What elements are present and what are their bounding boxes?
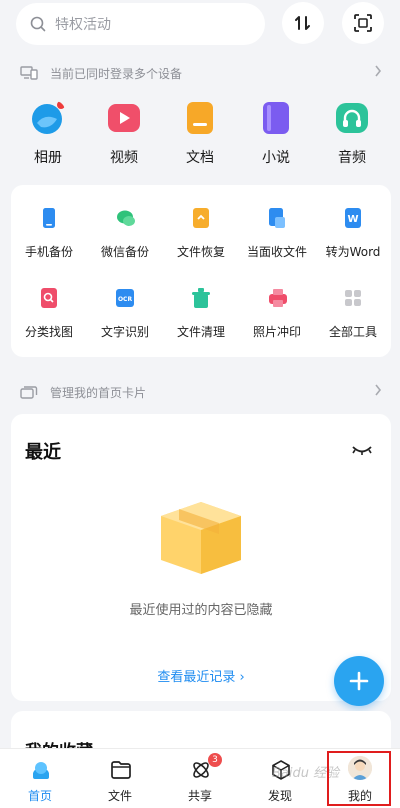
- recent-title: 最近: [25, 442, 61, 463]
- tool-wechat-backup[interactable]: 微信备份: [87, 185, 163, 259]
- search-bar[interactable]: 特权活动: [16, 3, 265, 45]
- nav-home[interactable]: 首页: [0, 749, 80, 808]
- tool-label: 微信备份: [100, 245, 149, 259]
- all-tools-icon: [345, 290, 361, 306]
- media-item-novel[interactable]: 小说: [238, 98, 314, 170]
- tool-file-restore[interactable]: 文件恢复: [163, 185, 239, 259]
- cards-icon: [20, 386, 38, 399]
- file-restore-icon: [193, 208, 209, 228]
- add-button[interactable]: [334, 656, 384, 706]
- tool-convert-word[interactable]: W 转为Word: [315, 185, 391, 259]
- tool-label: 照片冲印: [252, 325, 301, 339]
- phone-backup-icon: [43, 208, 55, 228]
- tool-label: 分类找图: [24, 325, 73, 339]
- tool-label: 文件恢复: [176, 245, 225, 259]
- file-clean-icon: [192, 288, 210, 308]
- home-icon: [33, 762, 49, 779]
- tool-label: 当面收文件: [246, 245, 307, 259]
- classify-image-icon: [41, 288, 57, 308]
- nav-share[interactable]: 3 共享: [160, 749, 240, 808]
- wechat-backup-icon: [117, 210, 135, 226]
- share-badge: 3: [208, 753, 222, 767]
- media-label: 小说: [262, 150, 290, 166]
- manage-text: 管理我的首页卡片: [50, 385, 147, 400]
- tool-all-tools[interactable]: 全部工具: [315, 265, 391, 339]
- devices-text: 当前已同时登录多个设备: [50, 66, 183, 81]
- empty-box-illustration: [161, 502, 241, 574]
- nav-label: 发现: [267, 789, 292, 803]
- nav-label: 首页: [27, 789, 52, 803]
- chevron-right-icon: [375, 384, 382, 396]
- document-icon: [187, 102, 213, 134]
- tool-label: 转为Word: [325, 245, 381, 259]
- transfer-button[interactable]: [282, 2, 324, 44]
- tool-file-clean[interactable]: 文件清理: [163, 265, 239, 339]
- media-label: 相册: [34, 150, 62, 166]
- devices-icon: [20, 66, 38, 80]
- nav-files[interactable]: 文件: [80, 749, 160, 808]
- eye-closed-icon[interactable]: [351, 442, 373, 458]
- tool-receive-file[interactable]: 当面收文件: [239, 185, 315, 259]
- photo-album-icon: [32, 101, 65, 134]
- plus-icon: [349, 671, 369, 691]
- scan-button[interactable]: [342, 2, 384, 44]
- word-convert-icon: W: [345, 208, 361, 228]
- search-icon: [30, 16, 46, 32]
- nav-label: 共享: [187, 789, 212, 803]
- top-bar: 特权活动: [0, 0, 400, 50]
- folder-icon: [111, 761, 131, 779]
- book-icon: [263, 102, 289, 134]
- nav-label: 文件: [107, 789, 132, 803]
- tool-classify-images[interactable]: 分类找图: [11, 265, 87, 339]
- tool-label: 文字识别: [100, 325, 149, 339]
- media-categories: 相册 视频 文档 小说 音频: [10, 98, 390, 170]
- transfer-icon: [295, 16, 310, 30]
- media-item-video[interactable]: 视频: [86, 98, 162, 170]
- media-item-album[interactable]: 相册: [10, 98, 86, 170]
- ocr-icon: OCR: [116, 289, 134, 307]
- media-label: 文档: [186, 150, 214, 166]
- highlight-box: [327, 751, 391, 806]
- recent-hidden-text: 最近使用过的内容已隐藏: [129, 603, 273, 618]
- search-placeholder: 特权活动: [55, 17, 111, 33]
- tool-label: 文件清理: [176, 325, 225, 339]
- recent-card: 最近 最近使用过的内容已隐藏 查看最近记录 ›: [11, 414, 391, 701]
- tool-phone-backup[interactable]: 手机备份: [11, 185, 87, 259]
- tool-photo-print[interactable]: 照片冲印: [239, 265, 315, 339]
- tool-label: 全部工具: [328, 325, 377, 339]
- receive-file-icon: [269, 208, 285, 228]
- svg-text:OCR: OCR: [118, 296, 133, 303]
- media-label: 音频: [338, 150, 366, 166]
- tool-label: 手机备份: [24, 245, 73, 259]
- video-icon: [108, 104, 140, 132]
- headphones-icon: [336, 103, 368, 133]
- media-item-audio[interactable]: 音频: [314, 98, 390, 170]
- manage-home-cards-row[interactable]: 管理我的首页卡片: [20, 381, 382, 403]
- logged-devices-row[interactable]: 当前已同时登录多个设备: [20, 62, 382, 84]
- svg-text:W: W: [347, 214, 358, 225]
- tools-card: 手机备份 微信备份 文件恢复 当面收文件 W 转为Word 分类找图 OCR 文…: [11, 185, 391, 357]
- media-label: 视频: [110, 150, 138, 166]
- photo-print-icon: [269, 289, 287, 307]
- chevron-right-icon: [375, 65, 382, 77]
- scan-icon: [354, 14, 372, 32]
- media-item-document[interactable]: 文档: [162, 98, 238, 170]
- tool-ocr[interactable]: OCR 文字识别: [87, 265, 163, 339]
